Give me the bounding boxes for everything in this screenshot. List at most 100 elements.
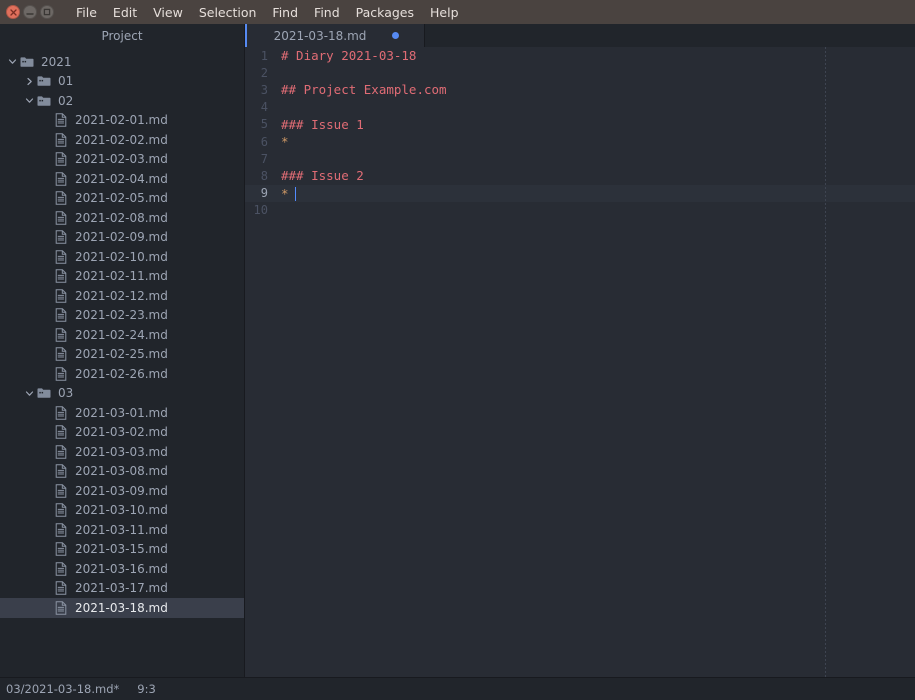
tree-file-2021-03-10-md[interactable]: 2021-03-10.md: [0, 501, 244, 521]
tree-file-2021-02-09-md[interactable]: 2021-02-09.md: [0, 228, 244, 248]
project-pane-title-label: Project: [101, 29, 142, 43]
line-text: ### Issue 2: [274, 168, 915, 183]
tree-file-2021-03-03-md[interactable]: 2021-03-03.md: [0, 442, 244, 462]
editor-content[interactable]: 1# Diary 2021-03-1823## Project Example.…: [245, 47, 915, 219]
tree-item-label: 2021-03-08.md: [75, 464, 168, 478]
tree-file-2021-02-23-md[interactable]: 2021-02-23.md: [0, 306, 244, 326]
tree-item-label: 2021-02-01.md: [75, 113, 168, 127]
menu-item-edit[interactable]: Edit: [105, 3, 145, 22]
tree-file-2021-03-02-md[interactable]: 2021-03-02.md: [0, 423, 244, 443]
tree-file-2021-03-18-md[interactable]: 2021-03-18.md: [0, 598, 244, 618]
tree-file-2021-03-17-md[interactable]: 2021-03-17.md: [0, 579, 244, 599]
chevron-right-icon[interactable]: [23, 77, 36, 86]
tree-item-label: 2021-02-11.md: [75, 269, 168, 283]
close-window-icon[interactable]: [6, 5, 20, 19]
chevron-down-icon[interactable]: [23, 96, 36, 105]
file-icon: [53, 406, 69, 420]
workspace: 2021 01 022021-02-01.md 2021-02-02.md 2021-0…: [0, 47, 915, 677]
folder-icon: [19, 55, 35, 69]
file-icon: [53, 464, 69, 478]
line-number: 1: [245, 49, 274, 63]
status-file-path[interactable]: 03/2021-03-18.md*: [6, 682, 119, 696]
menu-item-view[interactable]: View: [145, 3, 191, 22]
menu-item-selection[interactable]: Selection: [191, 3, 265, 22]
modified-indicator-icon[interactable]: [392, 32, 399, 39]
tree-file-2021-02-24-md[interactable]: 2021-02-24.md: [0, 325, 244, 345]
file-icon: [53, 347, 69, 361]
tree-file-2021-03-08-md[interactable]: 2021-03-08.md: [0, 462, 244, 482]
tree-item-label: 2021-02-04.md: [75, 172, 168, 186]
tree-item-label: 2021-02-03.md: [75, 152, 168, 166]
text-cursor: [295, 187, 296, 201]
tree-file-2021-02-11-md[interactable]: 2021-02-11.md: [0, 267, 244, 287]
tree-item-label: 2021-03-17.md: [75, 581, 168, 595]
editor-line-9[interactable]: 9*: [245, 185, 915, 202]
file-icon: [53, 601, 69, 615]
tree-file-2021-03-16-md[interactable]: 2021-03-16.md: [0, 559, 244, 579]
tree-file-2021-02-02-md[interactable]: 2021-02-02.md: [0, 130, 244, 150]
file-icon: [53, 425, 69, 439]
tree-file-2021-02-05-md[interactable]: 2021-02-05.md: [0, 189, 244, 209]
tree-file-2021-03-09-md[interactable]: 2021-03-09.md: [0, 481, 244, 501]
panes-header-row: Project 2021-03-18.md: [0, 24, 915, 47]
maximize-window-icon[interactable]: [40, 5, 54, 19]
line-number: 9: [245, 186, 274, 200]
chevron-down-icon[interactable]: [6, 57, 19, 66]
line-number: 4: [245, 100, 274, 114]
line-text: *: [274, 186, 915, 201]
menu-item-find-2[interactable]: Find: [306, 3, 348, 22]
tree-file-2021-02-25-md[interactable]: 2021-02-25.md: [0, 345, 244, 365]
editor-line-6[interactable]: 6*: [245, 133, 915, 150]
tree-file-2021-03-11-md[interactable]: 2021-03-11.md: [0, 520, 244, 540]
tree-item-label: 03: [58, 386, 73, 400]
text-editor[interactable]: 1# Diary 2021-03-1823## Project Example.…: [244, 47, 915, 677]
tree-folder-02[interactable]: 02: [0, 91, 244, 111]
file-icon: [53, 581, 69, 595]
file-icon: [53, 113, 69, 127]
tree-folder-2021[interactable]: 2021: [0, 52, 244, 72]
editor-line-8[interactable]: 8### Issue 2: [245, 167, 915, 184]
editor-line-5[interactable]: 5### Issue 1: [245, 116, 915, 133]
editor-line-3[interactable]: 3## Project Example.com: [245, 81, 915, 98]
line-number: 3: [245, 83, 274, 97]
project-tree[interactable]: 2021 01 022021-02-01.md 2021-02-02.md 2021-0…: [0, 47, 244, 677]
file-icon: [53, 523, 69, 537]
tree-file-2021-02-26-md[interactable]: 2021-02-26.md: [0, 364, 244, 384]
status-cursor-position[interactable]: 9:3: [137, 682, 156, 696]
minimize-window-icon[interactable]: [23, 5, 37, 19]
tree-item-label: 2021-03-15.md: [75, 542, 168, 556]
menu-item-file[interactable]: File: [68, 3, 105, 22]
editor-line-7[interactable]: 7: [245, 150, 915, 167]
title-bar: File Edit View Selection Find Find Packa…: [0, 0, 915, 24]
editor-line-10[interactable]: 10: [245, 202, 915, 219]
tree-folder-01[interactable]: 01: [0, 72, 244, 92]
editor-line-2[interactable]: 2: [245, 64, 915, 81]
folder-icon: [36, 74, 52, 88]
tree-file-2021-02-01-md[interactable]: 2021-02-01.md: [0, 111, 244, 131]
file-icon: [53, 152, 69, 166]
menu-item-find[interactable]: Find: [264, 3, 306, 22]
tree-file-2021-02-04-md[interactable]: 2021-02-04.md: [0, 169, 244, 189]
folder-icon: [36, 94, 52, 108]
tree-file-2021-03-15-md[interactable]: 2021-03-15.md: [0, 540, 244, 560]
file-icon: [53, 445, 69, 459]
tree-item-label: 02: [58, 94, 73, 108]
tree-file-2021-02-10-md[interactable]: 2021-02-10.md: [0, 247, 244, 267]
editor-line-4[interactable]: 4: [245, 99, 915, 116]
file-icon: [53, 172, 69, 186]
file-icon: [53, 328, 69, 342]
tree-item-label: 01: [58, 74, 73, 88]
tree-file-2021-02-08-md[interactable]: 2021-02-08.md: [0, 208, 244, 228]
tree-file-2021-03-01-md[interactable]: 2021-03-01.md: [0, 403, 244, 423]
menu-item-packages[interactable]: Packages: [348, 3, 422, 22]
tree-file-2021-02-12-md[interactable]: 2021-02-12.md: [0, 286, 244, 306]
tree-file-2021-02-03-md[interactable]: 2021-02-03.md: [0, 150, 244, 170]
window-controls: [6, 5, 54, 19]
menu-item-help[interactable]: Help: [422, 3, 467, 22]
chevron-down-icon[interactable]: [23, 389, 36, 398]
tree-folder-03[interactable]: 03: [0, 384, 244, 404]
file-icon: [53, 562, 69, 576]
tab-2021-03-18-md[interactable]: 2021-03-18.md: [245, 24, 425, 47]
tree-item-label: 2021-02-12.md: [75, 289, 168, 303]
editor-line-1[interactable]: 1# Diary 2021-03-18: [245, 47, 915, 64]
